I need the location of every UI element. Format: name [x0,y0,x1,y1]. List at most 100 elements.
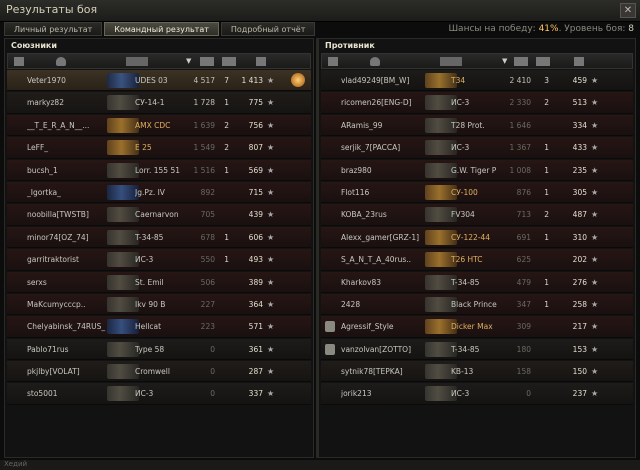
player-name: sytnik78[TEPKA] [341,367,403,377]
tank-column-icon[interactable] [440,57,462,66]
tab-personal-result[interactable]: Личный результат [4,22,103,36]
player-row[interactable]: minor74[OZ_74] T-34-85 678 1 606 ★ [7,226,311,249]
enemies-header: ▼ [321,53,633,69]
player-name: ricomen26[ENG-D] [341,98,412,108]
star-icon: ★ [267,165,275,175]
star-icon: ★ [267,76,275,85]
player-row[interactable]: Chelyabinsk_74RUS_ Hellcat 223 571 ★ [7,316,311,338]
damage-column-icon[interactable] [514,57,528,66]
player-row[interactable]: _Igortka_ Jg.Pz. IV 892 715 ★ [7,181,311,204]
player-row[interactable]: pkjlby[VOLAT] Cromwell 0 287 ★ [7,361,311,383]
squad-column-icon[interactable] [14,57,24,66]
kills-column-icon[interactable] [536,57,550,66]
player-row[interactable]: markyz82 СУ-14-1 1 728 1 775 ★ [7,92,311,114]
kills-value: 1 [224,165,229,175]
damage-value: 479 [516,277,531,287]
damage-value: 678 [200,232,215,242]
player-row[interactable]: vlad49249[BM_W] T34 2 410 3 459 ★ [321,70,633,92]
status-footer: Хедий [0,460,640,470]
player-row[interactable]: 2428 Black Prince 347 1 258 ★ [321,293,633,316]
player-row[interactable]: noobilla[TWSTB] Caernarvon 705 439 ★ [7,204,311,226]
experience-value: 334 [572,120,587,130]
player-row[interactable]: sytnik78[TEPKA] KB-13 158 150 ★ [321,361,633,383]
footer-text: Хедий [4,460,28,468]
player-name: __T_E_R_A_N__... [27,120,90,130]
player-name: KOBA_23rus [341,210,387,220]
player-row[interactable]: sto5001 ИС-3 0 337 ★ [7,383,311,405]
player-row[interactable]: Flot116 СУ-100 876 1 305 ★ [321,181,633,204]
player-row[interactable]: ARamis_99 T28 Prot. 1 646 334 ★ [321,114,633,137]
player-row[interactable]: garritraktorist ИС-3 550 1 493 ★ [7,249,311,271]
experience-value: 235 [572,165,587,175]
damage-value: 309 [516,322,531,332]
damage-value: 550 [200,255,215,265]
kills-value: 3 [544,76,549,85]
experience-value: 237 [572,389,587,399]
player-row[interactable]: braz980 G.W. Tiger P1 008 1 235 ★ [321,159,633,181]
tab-detailed-report[interactable]: Подробный отчёт [220,22,316,36]
experience-value: 305 [572,187,587,197]
player-row[interactable]: vanzolvan[ZOTTO] T-34-85 180 153 ★ [321,338,633,361]
kills-value: 7 [224,76,229,85]
star-icon: ★ [591,143,599,153]
player-row[interactable]: Agressif_Style Dicker Max 309 217 ★ [321,316,633,338]
squad-column-icon[interactable] [328,57,338,66]
player-row[interactable]: Veter1970 UDES 03 4 517 7 1 413 ★ [7,70,311,92]
allies-title: Союзники [11,41,57,50]
player-column-icon[interactable] [56,57,66,66]
kills-column-icon[interactable] [222,57,236,66]
exp-column-icon[interactable] [574,57,584,66]
sort-arrow-icon[interactable]: ▼ [186,57,194,66]
player-row[interactable]: LeFF_ E 25 1 549 2 807 ★ [7,137,311,159]
damage-column-icon[interactable] [200,57,214,66]
star-icon: ★ [591,277,599,287]
damage-value: 506 [200,277,215,287]
player-name: vlad49249[BM_W] [341,76,410,85]
experience-value: 217 [572,322,587,332]
player-column-icon[interactable] [370,57,380,66]
damage-value: 876 [516,187,531,197]
player-name: braz980 [341,165,372,175]
star-icon: ★ [267,389,275,399]
kills-value: 1 [544,143,549,153]
player-row[interactable]: MaKcumycccp.. Ikv 90 B 227 364 ★ [7,293,311,316]
damage-value: 1 367 [509,143,531,153]
allies-list: Veter1970 UDES 03 4 517 7 1 413 ★ markyz82 СУ-1… [5,70,313,405]
star-icon: ★ [267,255,275,265]
damage-value: 347 [516,299,531,309]
player-name: noobilla[TWSTB] [27,210,89,220]
experience-value: 433 [572,143,587,153]
player-row[interactable]: serxs St. Emil 506 389 ★ [7,271,311,293]
damage-value: 713 [516,210,531,220]
player-row[interactable]: __T_E_R_A_N__... AMX CDC 1 639 2 756 ★ [7,114,311,137]
experience-value: 569 [248,165,263,175]
player-row[interactable]: Pablo71rus Type 58 0 361 ★ [7,338,311,361]
player-row[interactable]: KOBA_23rus FV304 713 2 487 ★ [321,204,633,226]
title-bar: Результаты боя ✕ [0,0,640,22]
player-row[interactable]: bucsh_1 Lorr. 155 51 1 516 1 569 ★ [7,159,311,181]
win-chance-value: 41% [538,24,559,34]
experience-value: 459 [572,76,587,85]
player-row[interactable]: Alexx_gamer[GRZ-1] СУ-122-44 691 1 310 ★ [321,226,633,249]
tab-team-result[interactable]: Командный результат [104,22,219,36]
battle-level-label: . Уровень боя: [558,24,629,34]
player-row[interactable]: S_A_N_T_A_40rus.. T26 HTC 625 202 ★ [321,249,633,271]
damage-value: 0 [210,344,215,354]
player-row[interactable]: jorik213 ИС-3 0 237 ★ [321,383,633,405]
experience-value: 153 [572,344,587,354]
damage-value: 2 410 [509,76,531,85]
kills-value: 1 [224,98,229,108]
player-row[interactable]: ricomen26[ENG-D] ИС-3 2 330 2 513 ★ [321,92,633,114]
exp-column-icon[interactable] [256,57,266,66]
close-button[interactable]: ✕ [620,3,636,18]
player-row[interactable]: serjik_7[PACCA] ИС-3 1 367 1 433 ★ [321,137,633,159]
player-row[interactable]: Kharkov83 T-34-85 479 1 276 ★ [321,271,633,293]
damage-value: 1 646 [509,120,531,130]
kills-value: 1 [544,165,549,175]
player-name: LeFF_ [27,143,49,153]
player-name: Chelyabinsk_74RUS_ [27,322,106,332]
sort-arrow-icon[interactable]: ▼ [502,57,510,66]
star-icon: ★ [591,389,599,399]
experience-value: 775 [248,98,263,108]
tank-column-icon[interactable] [126,57,148,66]
